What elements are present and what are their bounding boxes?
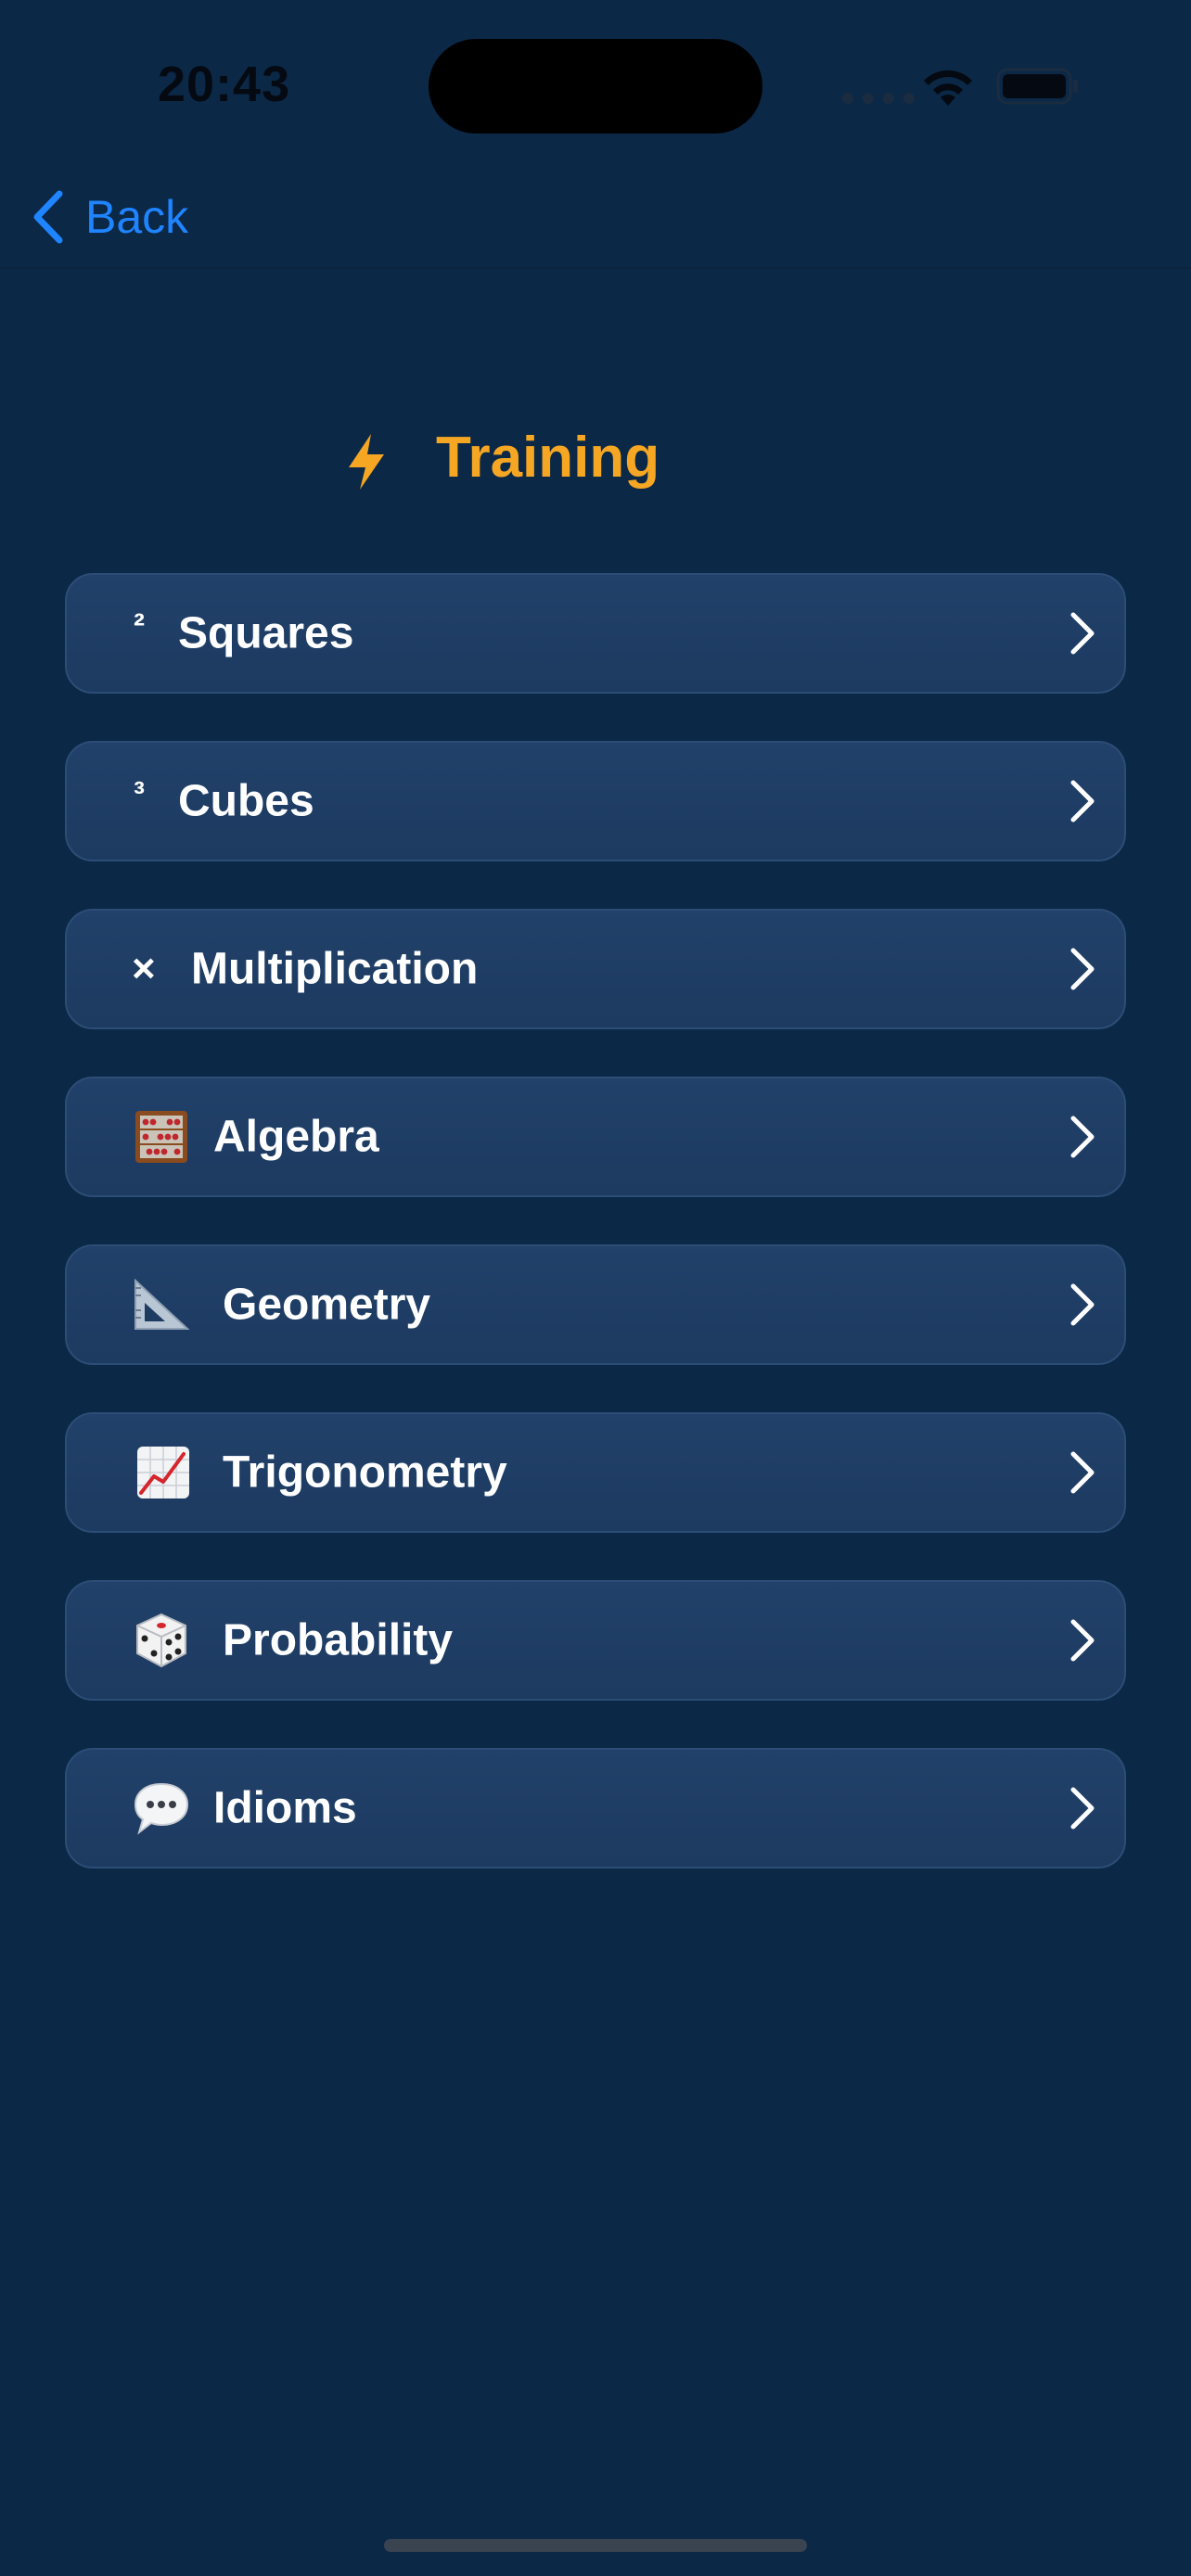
- chevron-right-icon: [1070, 1451, 1095, 1494]
- training-menu: ² Squares ³ Cubes × Multiplication Algeb…: [65, 573, 1126, 1916]
- training-screen: 20:43 Back Training ² Squares ³ Cubes × …: [0, 0, 1191, 2576]
- menu-item-label: Multiplication: [191, 944, 479, 994]
- chevron-right-icon: [1070, 780, 1095, 823]
- triangular-ruler-icon: [134, 1278, 190, 1330]
- menu-item-idioms[interactable]: Idioms: [65, 1748, 1126, 1868]
- dynamic-island: [429, 39, 762, 134]
- menu-item-multiplication[interactable]: × Multiplication: [65, 909, 1126, 1029]
- chevron-right-icon: [1070, 1116, 1095, 1158]
- menu-item-label: Trigonometry: [223, 1447, 507, 1498]
- back-label: Back: [85, 191, 189, 243]
- abacus-icon: [135, 1111, 187, 1163]
- superscript-three-icon: ³: [134, 774, 145, 813]
- wifi-icon: [924, 70, 972, 106]
- navigation-bar: Back: [0, 167, 1191, 269]
- chevron-right-icon: [1070, 1619, 1095, 1662]
- chart-increasing-icon: [137, 1447, 189, 1498]
- multiply-icon: ×: [132, 946, 156, 991]
- menu-item-label: Algebra: [213, 1112, 379, 1162]
- page-title: Training: [436, 426, 660, 490]
- speech-bubble-icon: [134, 1782, 189, 1835]
- chevron-right-icon: [1070, 1283, 1095, 1326]
- menu-item-squares[interactable]: ² Squares: [65, 573, 1126, 694]
- chevron-right-icon: [1070, 948, 1095, 990]
- dice-icon: [136, 1613, 186, 1668]
- menu-item-trigonometry[interactable]: Trigonometry: [65, 1412, 1126, 1533]
- home-indicator[interactable]: [384, 2539, 807, 2552]
- status-time: 20:43: [158, 57, 291, 112]
- menu-item-cubes[interactable]: ³ Cubes: [65, 741, 1126, 861]
- menu-item-label: Probability: [223, 1615, 454, 1665]
- menu-item-label: Geometry: [223, 1280, 431, 1330]
- chevron-left-icon: [33, 190, 63, 244]
- status-bar: 20:43: [0, 0, 1191, 167]
- menu-item-label: Cubes: [178, 776, 314, 826]
- menu-item-geometry[interactable]: Geometry: [65, 1244, 1126, 1365]
- menu-item-probability[interactable]: Probability: [65, 1580, 1126, 1701]
- cellular-signal-icon: [842, 93, 915, 104]
- menu-item-label: Squares: [178, 608, 354, 658]
- chevron-right-icon: [1070, 612, 1095, 655]
- page-header: Training: [0, 417, 1191, 501]
- back-button[interactable]: Back: [32, 180, 188, 254]
- superscript-two-icon: ²: [134, 606, 145, 645]
- lightning-bolt-icon: [349, 434, 384, 490]
- battery-icon: [996, 68, 1078, 105]
- menu-item-algebra[interactable]: Algebra: [65, 1077, 1126, 1197]
- chevron-right-icon: [1070, 1787, 1095, 1830]
- menu-item-label: Idioms: [213, 1783, 357, 1833]
